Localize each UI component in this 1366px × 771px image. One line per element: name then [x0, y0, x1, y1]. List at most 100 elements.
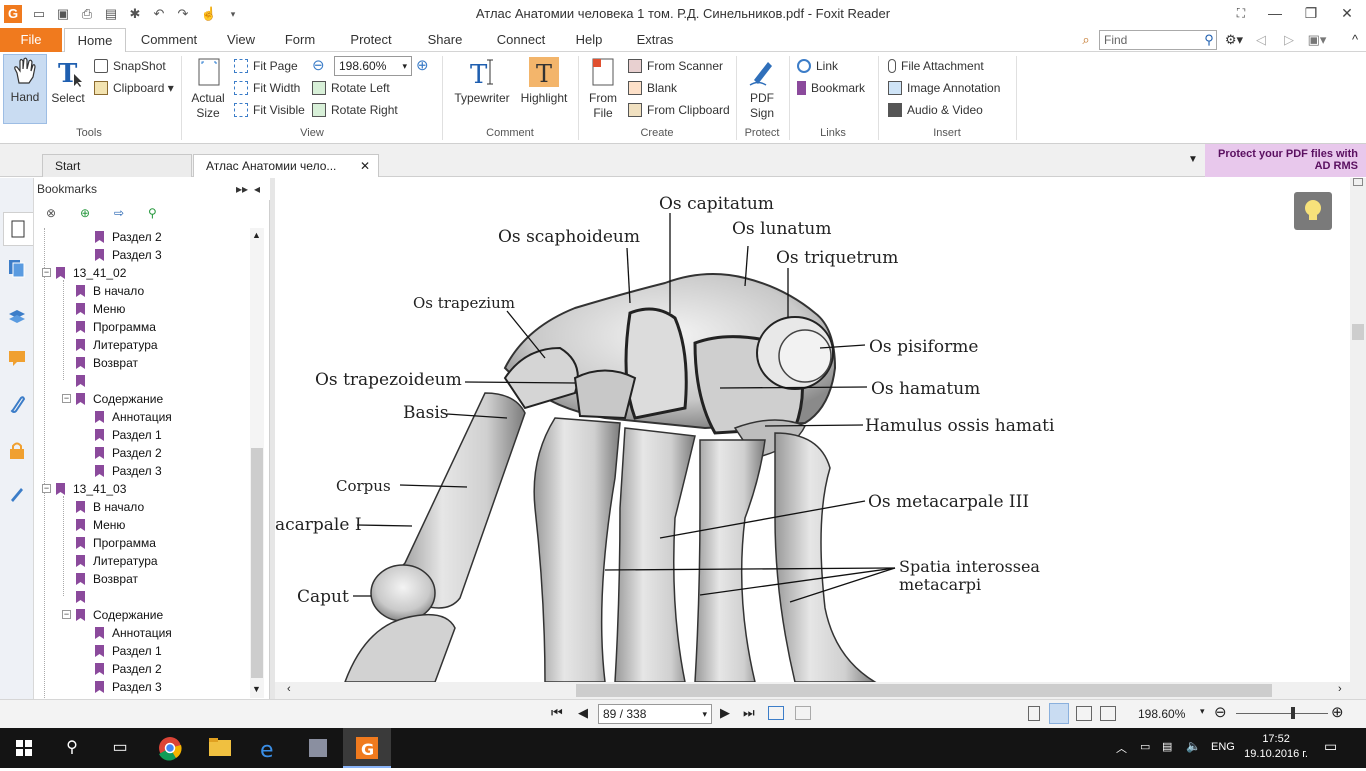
- link-button[interactable]: Link: [797, 56, 838, 76]
- tab-view[interactable]: View: [218, 28, 264, 52]
- tab-connect[interactable]: Connect: [490, 28, 552, 52]
- horizontal-scroll-thumb[interactable]: [576, 684, 1272, 697]
- document-horizontal-scrollbar[interactable]: ‹ ›: [275, 682, 1366, 699]
- tips-lightbulb-button[interactable]: [1294, 192, 1332, 230]
- previous-view-icon[interactable]: [768, 706, 784, 720]
- single-page-icon[interactable]: [1028, 706, 1040, 721]
- bookmark-item[interactable]: В начало: [76, 498, 144, 516]
- bookmark-item[interactable]: Возврат: [76, 570, 138, 588]
- zoom-level[interactable]: 198.60%: [1138, 707, 1185, 721]
- image-annotation-button[interactable]: Image Annotation: [888, 78, 1000, 98]
- bookmark-item[interactable]: [76, 372, 93, 390]
- next-view-icon[interactable]: [795, 706, 811, 720]
- battery-icon[interactable]: ▭: [1140, 740, 1150, 753]
- zoom-slider-track[interactable]: [1236, 713, 1328, 714]
- bookmark-item[interactable]: Литература: [76, 552, 158, 570]
- zoom-select[interactable]: 198.60% ▾: [334, 56, 412, 76]
- actual-size-button[interactable]: Actual Size: [186, 56, 230, 121]
- add-bookmark-icon[interactable]: ⊕: [80, 206, 90, 220]
- bookmark-item[interactable]: − 13_41_02: [42, 264, 126, 282]
- search-settings-icon[interactable]: ⌕: [1076, 28, 1096, 52]
- bookmark-item[interactable]: В начало: [76, 282, 144, 300]
- bookmark-item[interactable]: Раздел 2: [95, 660, 162, 678]
- delete-bookmark-icon[interactable]: ⊗: [46, 206, 56, 220]
- comments-icon[interactable]: [7, 348, 27, 368]
- hand-button[interactable]: Hand: [3, 54, 47, 124]
- first-page-icon[interactable]: ⏮: [551, 705, 563, 721]
- fit-width-button[interactable]: Fit Width: [234, 78, 300, 98]
- bookmark-item[interactable]: Раздел 3: [95, 462, 162, 480]
- network-icon[interactable]: ▤: [1162, 740, 1172, 753]
- scroll-left-icon[interactable]: ‹: [287, 683, 291, 695]
- tab-extras[interactable]: Extras: [630, 28, 680, 52]
- fullscreen-icon[interactable]: ⛶: [1224, 2, 1258, 24]
- clipboard-button[interactable]: Clipboard ▾: [94, 78, 174, 98]
- vertical-scroll-thumb[interactable]: [1352, 324, 1364, 340]
- tab-form[interactable]: Form: [278, 28, 322, 52]
- facing-page-icon[interactable]: [1076, 706, 1092, 721]
- file-menu[interactable]: File: [0, 28, 62, 52]
- zoom-dropdown-icon[interactable]: ▾: [1200, 706, 1205, 717]
- from-file-button[interactable]: From File: [584, 56, 622, 121]
- bookmark-item[interactable]: Меню: [76, 300, 125, 318]
- user-icon[interactable]: ▣▾: [1304, 28, 1330, 52]
- chrome-icon[interactable]: [146, 728, 194, 768]
- app-icon[interactable]: [294, 728, 342, 768]
- previous-icon[interactable]: ◁: [1254, 28, 1268, 52]
- bookmark-button[interactable]: Bookmark: [797, 78, 865, 98]
- bookmark-item[interactable]: Возврат: [76, 354, 138, 372]
- zoom-in-icon[interactable]: ⊕: [416, 56, 429, 76]
- collapse-toggle-icon[interactable]: −: [62, 610, 71, 619]
- zoom-slider-thumb[interactable]: [1291, 707, 1295, 719]
- collapse-toggle-icon[interactable]: −: [42, 268, 51, 277]
- last-page-icon[interactable]: ⏭: [743, 705, 755, 721]
- scroll-down-icon[interactable]: ▼: [252, 684, 261, 694]
- layers-icon[interactable]: [7, 306, 27, 326]
- tab-start[interactable]: Start: [42, 154, 192, 177]
- bookmark-item[interactable]: Раздел 3: [95, 246, 162, 264]
- maximize-button[interactable]: ❐: [1294, 2, 1328, 24]
- bookmark-item[interactable]: Меню: [76, 516, 125, 534]
- taskbar-clock[interactable]: 17:52 19.10.2016 г.: [1244, 732, 1308, 762]
- fit-visible-button[interactable]: Fit Visible: [234, 100, 305, 120]
- typewriter-button[interactable]: T Typewriter: [450, 56, 514, 106]
- file-attachment-button[interactable]: File Attachment: [888, 56, 984, 76]
- input-language[interactable]: ENG: [1211, 741, 1235, 753]
- edge-icon[interactable]: e: [246, 728, 294, 768]
- tab-comment[interactable]: Comment: [134, 28, 204, 52]
- zoom-in-status-icon[interactable]: ⊕: [1331, 703, 1344, 721]
- search-icon[interactable]: ⚲: [1200, 28, 1218, 52]
- security-lock-icon[interactable]: [7, 440, 27, 460]
- bookmark-item[interactable]: Раздел 2: [95, 444, 162, 462]
- minimize-button[interactable]: —: [1258, 2, 1292, 24]
- volume-icon[interactable]: 🔈: [1186, 739, 1201, 753]
- start-button[interactable]: [0, 728, 48, 768]
- signature-icon[interactable]: [7, 484, 27, 504]
- rotate-left-button[interactable]: Rotate Left: [312, 78, 390, 98]
- scroll-top-icon[interactable]: [1353, 178, 1363, 186]
- page-number-input[interactable]: 89 / 338 ▾: [598, 704, 712, 724]
- collapse-toggle-icon[interactable]: −: [62, 394, 71, 403]
- continuous-facing-icon[interactable]: [1100, 706, 1116, 721]
- collapse-ribbon-icon[interactable]: ^: [1348, 28, 1362, 52]
- move-bookmark-icon[interactable]: ⇨: [114, 206, 124, 220]
- expand-panel-icon[interactable]: ▸▸: [236, 178, 248, 200]
- action-center-icon[interactable]: ▭: [1324, 738, 1337, 755]
- bookmark-item[interactable]: − Содержание: [62, 390, 163, 408]
- tab-document[interactable]: Атлас Анатомии чело... ✕: [193, 154, 379, 177]
- audio-video-button[interactable]: Audio & Video: [888, 100, 983, 120]
- task-view-icon[interactable]: ▭: [96, 728, 144, 768]
- scroll-up-icon[interactable]: ▲: [252, 230, 261, 240]
- tab-home[interactable]: Home: [64, 28, 126, 53]
- fit-page-button[interactable]: Fit Page: [234, 56, 298, 76]
- snapshot-button[interactable]: SnapShot: [94, 56, 166, 76]
- bookmark-item[interactable]: Литература: [76, 336, 158, 354]
- bookmark-item[interactable]: Программа: [76, 318, 156, 336]
- bookmark-item[interactable]: Раздел 3: [95, 678, 162, 696]
- collapse-panel-icon[interactable]: ◂: [254, 178, 260, 200]
- continuous-page-icon[interactable]: [1049, 703, 1069, 724]
- pdf-sign-button[interactable]: PDF Sign: [742, 56, 782, 121]
- tab-help[interactable]: Help: [568, 28, 610, 52]
- bookmarks-panel-tab[interactable]: [3, 212, 33, 246]
- previous-page-icon[interactable]: ◀: [578, 705, 588, 721]
